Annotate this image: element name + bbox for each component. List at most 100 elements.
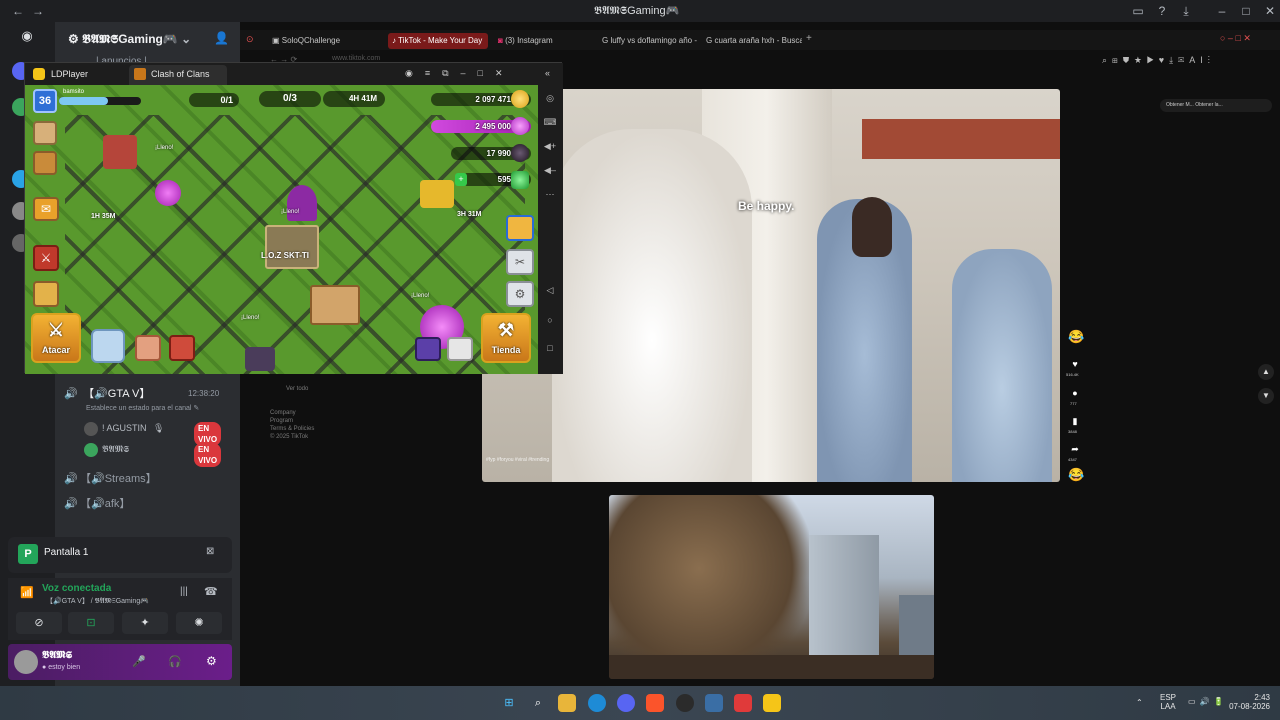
add-user-icon[interactable]: 👤 [214,31,229,45]
home-icon[interactable]: ○ [543,313,557,327]
ldplayer-taskbar-icon[interactable] [763,694,781,712]
share-screen-button[interactable]: ⊡ [68,612,114,634]
tab-instagram[interactable]: ◙ (3) Instagram [494,33,594,49]
minimize-icon[interactable]: – [1214,3,1230,19]
more-icon[interactable]: ⋯ [543,187,557,201]
scroll-down-icon[interactable]: ▼ [1258,388,1274,404]
shield-timer[interactable]: 4H 41M [323,91,385,107]
voice-status[interactable]: Voz conectada [42,583,111,594]
tray-chevron-icon[interactable]: ⌃ [1136,698,1143,707]
brave-icon[interactable] [646,694,664,712]
server-name[interactable]: ⚙ 𝕭𝕬𝕸𝕾Gaming🎮 ⌄ [68,32,191,47]
clock[interactable]: 2:43 07-08-2026 [1226,693,1270,711]
stream-panel[interactable]: P Pantalla 1 ⊠ [8,537,232,573]
spells-icon[interactable] [135,335,161,361]
builder-base-icon[interactable] [33,281,59,307]
inbox-icon[interactable]: ▭ [1130,3,1146,19]
edit-layout-icon[interactable]: ✂ [506,249,534,275]
clash-of-clans-game[interactable]: L.O.Z SKT-TI ¡Lleno! ¡Lleno! ¡Lleno! ¡Ll… [25,85,538,374]
chat-icon[interactable]: ✉ [33,197,59,221]
channel-status-hint[interactable]: Establece un estado para el canal ✎ [86,404,199,412]
shop-offer-icon[interactable] [506,215,534,241]
like-icon[interactable]: ♥ [1068,357,1082,371]
soundboard-button[interactable]: ✺ [176,612,222,634]
events-icon[interactable] [33,151,57,175]
tiktok-next-video[interactable] [609,495,934,679]
collapse-icon[interactable]: « [545,68,550,78]
activities-button[interactable]: ✦ [122,612,168,634]
tiktok-video-player[interactable]: Be happy. #fyp #foryou #viral #trending [482,89,1060,482]
close-icon[interactable]: ✕ [1262,3,1278,19]
recents-icon[interactable]: □ [543,341,557,355]
ld-window-controls[interactable]: ◉≡⧉–□✕ [405,68,515,79]
cards-icon[interactable] [447,337,473,361]
volume-up-icon[interactable]: ◀+ [543,139,557,153]
program-link[interactable]: Program [270,418,472,424]
keyboard-icon[interactable]: ⌨ [543,115,557,129]
share-icon[interactable]: ➦ [1068,442,1082,456]
war-icon[interactable]: ⚔ [33,245,59,271]
tab-soloq[interactable]: ▣ SoloQChallenge [268,33,378,49]
search-icon[interactable]: ⌕ [529,694,547,712]
browser-toolbar-icons[interactable]: ⌕⊞⛊★▶♥⤓✉AI⋮ [1102,55,1215,66]
terms-link[interactable]: Terms & Policies [270,426,472,432]
noise-suppression-icon[interactable]: ||| [180,586,188,597]
voice-channel-streams[interactable]: 🔊 【🔊Streams】 [64,470,157,488]
add-gems-icon[interactable]: + [455,173,467,186]
avatar[interactable] [14,650,38,674]
tab-clash-of-clans[interactable]: Clash of Clans ✕ [129,65,227,97]
forward-arrow-icon[interactable]: → [30,3,46,19]
microphone-icon[interactable]: 🎤 [132,655,146,668]
emoji-icon[interactable]: 😂 [1068,330,1084,344]
get-app-buttons[interactable]: Obtener M... Obtener la... [1160,99,1272,112]
voice-user[interactable]: 𝕭𝕬𝕸𝕾 EN VIVO [84,440,222,467]
volume-down-icon[interactable]: ◀– [543,163,557,177]
back-icon[interactable]: ◁ [543,283,557,297]
help-icon[interactable]: ? [1154,3,1170,19]
tray-icons[interactable]: ▭🔊🔋 [1188,697,1227,706]
emoji-icon[interactable]: 😂 [1068,468,1084,482]
discord-icon[interactable] [617,694,635,712]
download-icon[interactable]: ⤓ [1178,3,1194,19]
disconnect-icon[interactable]: ☎ [204,585,218,598]
tab-google-luffy[interactable]: G luffy vs doflamingo año - [598,33,698,49]
settings-gear-icon[interactable]: ⚙ [206,654,217,668]
see-all-link[interactable]: Ver todo [286,386,472,392]
bookmark-icon[interactable]: ▮ [1068,414,1082,428]
gamepad-icon[interactable]: ◎ [543,91,557,105]
book-icon[interactable] [415,337,441,361]
headphones-icon[interactable]: 🎧 [168,655,182,668]
voice-user[interactable]: ! AGUSTIN 🎙 EN VIVO [84,419,222,446]
voice-channel-afk[interactable]: 🔊 【🔊afk】 [64,495,130,513]
file-explorer-icon[interactable] [558,694,576,712]
army-icon[interactable] [91,329,125,363]
camera-off-button[interactable]: ⊘ [16,612,62,634]
scroll-up-icon[interactable]: ▲ [1258,364,1274,380]
steam-icon[interactable] [676,694,694,712]
builder-count[interactable]: 0/1 [189,93,239,107]
worker-count[interactable]: 0/3 [259,91,321,107]
voice-channel-gta[interactable]: 🔊 【🔊GTA V】 12:38:20 [64,385,219,403]
maximize-icon[interactable]: □ [1238,3,1254,19]
back-arrow-icon[interactable]: ← [10,3,26,19]
attack-button[interactable]: ⚔ Atacar [31,313,81,363]
new-tab-icon[interactable]: + [806,33,812,44]
settings-icon[interactable]: ⚙ [506,281,534,307]
tab-google-hxh[interactable]: G cuarta araña hxh - Buscar [702,33,802,49]
signal-icon[interactable]: 📶 [20,586,34,599]
shop-button[interactable]: ⚒ Tienda [481,313,531,363]
heroes-icon[interactable] [169,335,195,361]
settings-icon[interactable] [705,694,723,712]
tab-tiktok[interactable]: ♪ TikTok - Make Your Day [388,33,488,49]
chief-icon[interactable] [33,121,57,145]
company-link[interactable]: Company [270,410,472,416]
window-controls[interactable]: ○ – □ ✕ [1220,33,1251,44]
language-indicator[interactable]: ESP LAA [1160,693,1176,711]
url-field[interactable]: www.tiktok.com [332,55,380,62]
player-level[interactable]: 36 [33,89,57,113]
app-icon[interactable] [734,694,752,712]
start-icon[interactable]: ⊞ [500,694,518,712]
close-stream-icon[interactable]: ⊠ [206,546,214,557]
discord-home-icon[interactable]: ◉ [14,28,40,48]
edge-icon[interactable] [588,694,606,712]
